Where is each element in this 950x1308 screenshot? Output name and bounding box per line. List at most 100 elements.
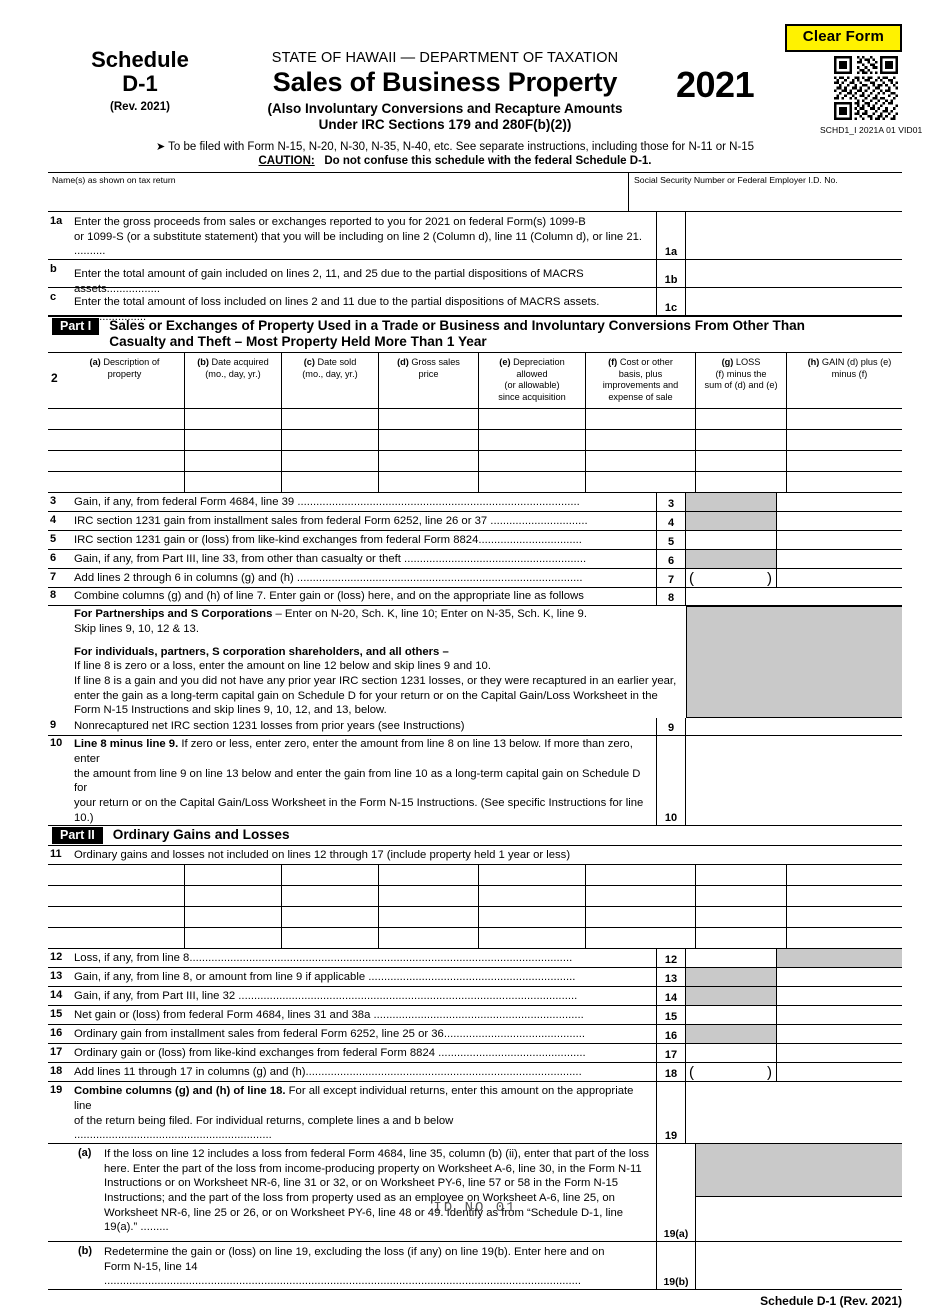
line-5-loss-input[interactable]	[686, 531, 777, 550]
cell-c[interactable]	[282, 430, 379, 451]
line-1a-text-1: Enter the gross proceeds from sales or e…	[74, 216, 586, 228]
line-17-gain-input[interactable]	[777, 1044, 902, 1062]
cell-e[interactable]	[479, 907, 586, 928]
cell-g[interactable]	[696, 886, 787, 907]
cell-g[interactable]	[696, 451, 787, 472]
cell-d[interactable]	[379, 409, 479, 430]
cell-f[interactable]	[586, 865, 696, 886]
line-14-gain-input[interactable]	[777, 987, 902, 1005]
cell-c[interactable]	[282, 451, 379, 472]
cell-h[interactable]	[787, 430, 912, 450]
cell-b[interactable]	[185, 409, 282, 430]
cell-e[interactable]	[479, 865, 586, 886]
cell-f[interactable]	[586, 886, 696, 907]
cell-e[interactable]	[479, 928, 586, 949]
cell-b[interactable]	[185, 907, 282, 928]
cell-c[interactable]	[282, 886, 379, 907]
cell-d[interactable]	[379, 865, 479, 886]
line-17-loss-input[interactable]	[686, 1044, 777, 1063]
cell-e[interactable]	[479, 472, 586, 493]
clear-form-button[interactable]: Clear Form	[784, 24, 902, 52]
cell-a[interactable]	[48, 409, 185, 430]
line-15-loss-input[interactable]	[686, 1006, 777, 1025]
line-5-gain-input[interactable]	[777, 531, 902, 549]
line-1b-amount-input[interactable]	[686, 260, 902, 287]
line-6-gain-input[interactable]	[777, 550, 902, 568]
cell-b[interactable]	[185, 886, 282, 907]
cell-g[interactable]	[696, 907, 787, 928]
cell-g[interactable]	[696, 928, 787, 949]
line-12-loss-input[interactable]	[686, 949, 777, 968]
cell-g[interactable]	[696, 472, 787, 493]
cell-h[interactable]	[787, 409, 912, 429]
line-18-loss-input[interactable]: ( )	[686, 1063, 777, 1082]
cell-d[interactable]	[379, 907, 479, 928]
cell-c[interactable]	[282, 907, 379, 928]
cell-f[interactable]	[586, 472, 696, 493]
cell-h[interactable]	[787, 865, 912, 885]
part-2-tag: Part II	[52, 827, 103, 845]
cell-f[interactable]	[586, 907, 696, 928]
cell-c[interactable]	[282, 928, 379, 949]
cell-c[interactable]	[282, 472, 379, 493]
cell-d[interactable]	[379, 886, 479, 907]
cell-e[interactable]	[479, 886, 586, 907]
line-19a-text: If the loss on line 12 includes a loss f…	[104, 1144, 656, 1241]
cell-e[interactable]	[479, 409, 586, 430]
cell-a[interactable]	[48, 928, 185, 949]
cell-h[interactable]	[787, 472, 912, 492]
cell-a[interactable]	[48, 472, 185, 493]
table-row	[48, 865, 902, 887]
line-3-gain-input[interactable]	[777, 493, 902, 511]
cell-f[interactable]	[586, 451, 696, 472]
line-6-row: 6 Gain, if any, from Part III, line 33, …	[48, 550, 902, 570]
line-9-amount-input[interactable]	[686, 718, 902, 735]
line-19b-amount-input[interactable]	[696, 1242, 902, 1289]
cell-a[interactable]	[48, 907, 185, 928]
cell-h[interactable]	[787, 928, 912, 948]
cell-f[interactable]	[586, 409, 696, 430]
line-16-gain-input[interactable]	[777, 1025, 902, 1043]
cell-d[interactable]	[379, 472, 479, 493]
line-18-gain-input[interactable]	[777, 1063, 902, 1081]
cell-a[interactable]	[48, 451, 185, 472]
cell-d[interactable]	[379, 928, 479, 949]
ssn-input[interactable]	[632, 189, 900, 211]
cell-d[interactable]	[379, 451, 479, 472]
line-10-amount-input[interactable]	[686, 736, 902, 825]
cell-d[interactable]	[379, 430, 479, 451]
column-f-line-1: Cost or other	[619, 357, 673, 368]
cell-h[interactable]	[787, 886, 912, 906]
cell-b[interactable]	[185, 430, 282, 451]
line-1c-amount-input[interactable]	[686, 288, 902, 315]
cell-a[interactable]	[48, 430, 185, 451]
cell-b[interactable]	[185, 472, 282, 493]
cell-b[interactable]	[185, 451, 282, 472]
cell-b[interactable]	[185, 928, 282, 949]
line-8-amount-input[interactable]	[686, 588, 902, 605]
cell-f[interactable]	[586, 928, 696, 949]
line-4-gain-input[interactable]	[777, 512, 902, 530]
line-19b-row: (b) Redetermine the gain or (loss) on li…	[48, 1241, 902, 1290]
line-7-gain-input[interactable]	[777, 569, 902, 587]
name-input[interactable]	[50, 189, 624, 211]
cell-a[interactable]	[48, 886, 185, 907]
line-19-amount-input[interactable]	[686, 1082, 902, 1143]
cell-f[interactable]	[586, 430, 696, 451]
line-7-loss-input[interactable]: ( )	[686, 569, 777, 588]
column-d-line-2: price	[418, 368, 439, 379]
cell-g[interactable]	[696, 430, 787, 451]
line-13-gain-input[interactable]	[777, 968, 902, 986]
cell-g[interactable]	[696, 865, 787, 886]
line-1a-amount-input[interactable]	[686, 212, 902, 259]
cell-g[interactable]	[696, 409, 787, 430]
cell-c[interactable]	[282, 409, 379, 430]
cell-c[interactable]	[282, 865, 379, 886]
line-15-gain-input[interactable]	[777, 1006, 902, 1024]
cell-a[interactable]	[48, 865, 185, 886]
cell-h[interactable]	[787, 907, 912, 927]
cell-h[interactable]	[787, 451, 912, 471]
cell-e[interactable]	[479, 430, 586, 451]
cell-b[interactable]	[185, 865, 282, 886]
cell-e[interactable]	[479, 451, 586, 472]
